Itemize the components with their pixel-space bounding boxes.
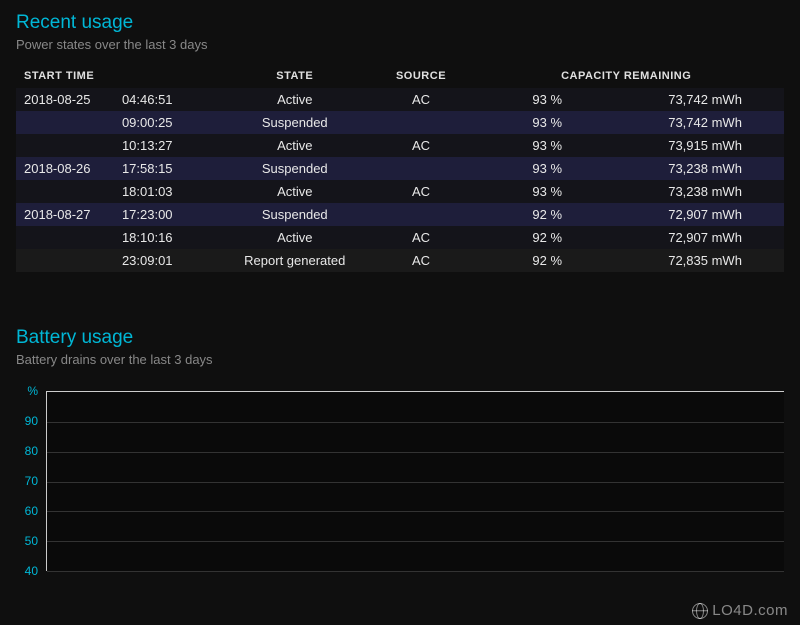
col-source: SOURCE [374, 64, 469, 88]
cell-state: Active [216, 226, 374, 249]
cell-state: Active [216, 88, 374, 111]
y-axis-label: 80 [25, 444, 38, 458]
cell-date: 2018-08-26 [16, 157, 116, 180]
cell-capacity-pct: 92 % [468, 249, 626, 272]
col-state: STATE [216, 64, 374, 88]
col-start-time: START TIME [16, 64, 216, 88]
cell-time: 18:01:03 [116, 180, 216, 203]
chart-gridline [47, 422, 784, 423]
chart-gridline [47, 571, 784, 572]
battery-usage-section: Battery usage Battery drains over the la… [16, 327, 784, 579]
cell-date [16, 111, 116, 134]
cell-time: 04:46:51 [116, 88, 216, 111]
cell-capacity-pct: 93 % [468, 88, 626, 111]
cell-capacity-pct: 93 % [468, 157, 626, 180]
chart-plot-area [46, 391, 784, 571]
cell-capacity-pct: 92 % [468, 226, 626, 249]
cell-time: 10:13:27 [116, 134, 216, 157]
cell-date [16, 180, 116, 203]
cell-capacity-pct: 93 % [468, 111, 626, 134]
battery-chart: % 90 80 70 60 50 40 [16, 379, 784, 579]
cell-time: 17:23:00 [116, 203, 216, 226]
battery-usage-subtitle: Battery drains over the last 3 days [16, 352, 784, 367]
table-row: 09:00:25Suspended 93 %73,742 mWh [16, 111, 784, 134]
cell-capacity-pct: 93 % [468, 134, 626, 157]
y-axis-label: 40 [25, 564, 38, 578]
cell-source [374, 111, 469, 134]
watermark-text: LO4D.com [712, 602, 788, 619]
cell-capacity-mwh: 73,238 mWh [626, 157, 784, 180]
chart-gridline [47, 541, 784, 542]
cell-capacity-mwh: 73,238 mWh [626, 180, 784, 203]
cell-state: Active [216, 180, 374, 203]
cell-state: Suspended [216, 111, 374, 134]
cell-date: 2018-08-27 [16, 203, 116, 226]
globe-icon [692, 603, 708, 619]
cell-capacity-pct: 93 % [468, 180, 626, 203]
table-row: 18:10:16ActiveAC92 %72,907 mWh [16, 226, 784, 249]
cell-source: AC [374, 226, 469, 249]
y-axis-label: % [27, 384, 38, 398]
cell-state: Suspended [216, 157, 374, 180]
cell-date: 2018-08-25 [16, 88, 116, 111]
cell-source: AC [374, 88, 469, 111]
col-capacity: CAPACITY REMAINING [468, 64, 784, 88]
cell-capacity-mwh: 72,907 mWh [626, 203, 784, 226]
cell-capacity-mwh: 72,835 mWh [626, 249, 784, 272]
cell-date [16, 249, 116, 272]
table-row: 2018-08-2617:58:15Suspended 93 %73,238 mW… [16, 157, 784, 180]
cell-time: 18:10:16 [116, 226, 216, 249]
cell-time: 23:09:01 [116, 249, 216, 272]
battery-usage-title: Battery usage [16, 327, 784, 349]
chart-gridline [47, 482, 784, 483]
recent-usage-section: Recent usage Power states over the last … [16, 12, 784, 272]
cell-state: Report generated [216, 249, 374, 272]
cell-time: 17:58:15 [116, 157, 216, 180]
watermark: LO4D.com [692, 602, 788, 619]
cell-source [374, 203, 469, 226]
cell-capacity-mwh: 73,742 mWh [626, 111, 784, 134]
cell-source: AC [374, 249, 469, 272]
chart-gridline [47, 511, 784, 512]
chart-gridline [47, 452, 784, 453]
recent-usage-title: Recent usage [16, 12, 784, 34]
table-row: 23:09:01Report generatedAC92 %72,835 mWh [16, 249, 784, 272]
cell-date [16, 226, 116, 249]
cell-source [374, 157, 469, 180]
cell-source: AC [374, 134, 469, 157]
cell-capacity-mwh: 73,742 mWh [626, 88, 784, 111]
usage-table: START TIME STATE SOURCE CAPACITY REMAINI… [16, 64, 784, 272]
cell-state: Suspended [216, 203, 374, 226]
table-row: 10:13:27ActiveAC93 %73,915 mWh [16, 134, 784, 157]
cell-state: Active [216, 134, 374, 157]
chart-y-axis: % 90 80 70 60 50 40 [16, 379, 44, 579]
cell-capacity-mwh: 72,907 mWh [626, 226, 784, 249]
y-axis-label: 90 [25, 414, 38, 428]
y-axis-label: 60 [25, 504, 38, 518]
y-axis-label: 50 [25, 534, 38, 548]
recent-usage-subtitle: Power states over the last 3 days [16, 37, 784, 52]
table-row: 2018-08-2717:23:00Suspended 92 %72,907 mW… [16, 203, 784, 226]
table-header-row: START TIME STATE SOURCE CAPACITY REMAINI… [16, 64, 784, 88]
table-row: 18:01:03ActiveAC93 %73,238 mWh [16, 180, 784, 203]
cell-capacity-mwh: 73,915 mWh [626, 134, 784, 157]
y-axis-label: 70 [25, 474, 38, 488]
cell-date [16, 134, 116, 157]
table-row: 2018-08-2504:46:51ActiveAC93 %73,742 mWh [16, 88, 784, 111]
cell-time: 09:00:25 [116, 111, 216, 134]
cell-capacity-pct: 92 % [468, 203, 626, 226]
cell-source: AC [374, 180, 469, 203]
